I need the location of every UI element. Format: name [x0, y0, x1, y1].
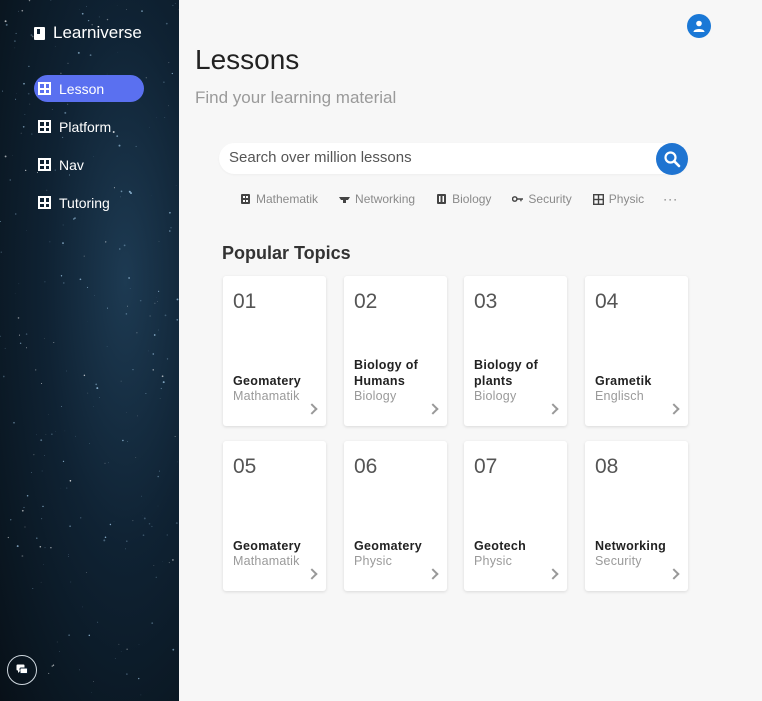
card-number: 06 — [354, 455, 378, 478]
chevron-right-icon — [427, 568, 439, 580]
sidebar: Learniverse Lesson Platform Nav Tutoring — [0, 0, 179, 701]
page-subtitle: Find your learning material — [195, 88, 397, 107]
router-icon — [339, 194, 351, 205]
topic-card[interactable]: 01 Geomatery Mathamatik — [223, 276, 326, 426]
sidebar-item-lesson[interactable]: Lesson — [34, 75, 144, 102]
chip-networking[interactable]: Networking — [339, 192, 415, 206]
card-number: 08 — [595, 455, 619, 478]
card-number: 02 — [354, 290, 378, 313]
topic-card[interactable]: 02 Biology of Humans Biology — [344, 276, 447, 426]
section-title: Popular Topics — [222, 243, 351, 263]
book-icon — [34, 26, 45, 40]
card-number: 05 — [233, 455, 257, 478]
chip-label: Networking — [355, 192, 416, 206]
chevron-right-icon — [668, 568, 680, 580]
topic-card[interactable]: 03 Biology of plants Biology — [464, 276, 567, 426]
chip-label: Biology — [452, 192, 492, 206]
chip-physic[interactable]: Physic — [592, 192, 645, 206]
chip-mathematik[interactable]: Mathematik — [240, 192, 318, 206]
dna-icon — [436, 194, 447, 205]
key-icon — [512, 194, 524, 205]
card-title: Geomatery — [233, 539, 302, 553]
search-icon — [664, 151, 681, 168]
chevron-right-icon — [668, 403, 680, 415]
search-button[interactable] — [656, 143, 688, 175]
topic-card[interactable]: 05 Geomatery Mathamatik — [223, 441, 326, 591]
account-avatar-button[interactable] — [687, 14, 711, 38]
chip-biology[interactable]: Biology — [436, 192, 491, 206]
chevron-right-icon — [547, 568, 559, 580]
card-category: Biology — [474, 389, 517, 403]
card-number: 07 — [474, 455, 498, 478]
grid-icon — [38, 158, 51, 171]
sidebar-item-tutoring[interactable]: Tutoring — [34, 189, 144, 216]
card-category: Mathamatik — [233, 389, 300, 403]
card-category: Mathamatik — [233, 554, 300, 568]
sidebar-item-label: Tutoring — [59, 194, 110, 211]
grid-icon — [592, 193, 604, 205]
category-chips: Mathematik Networking Biology Security P… — [240, 192, 678, 206]
chevron-right-icon — [427, 403, 439, 415]
card-title: Grametik — [595, 374, 652, 388]
topic-card[interactable]: 06 Geomatery Physic — [344, 441, 447, 591]
topic-card[interactable]: 04 Grametik Englisch — [585, 276, 688, 426]
card-category: Englisch — [595, 389, 644, 403]
card-category: Physic — [354, 554, 393, 568]
sidebar-item-nav[interactable]: Nav — [34, 151, 144, 178]
chat-button[interactable] — [7, 655, 37, 685]
topic-card[interactable]: 08 Networking Security — [585, 441, 688, 591]
chevron-right-icon — [547, 403, 559, 415]
card-title: Biology of plants — [474, 358, 539, 388]
card-title: Networking — [595, 539, 667, 553]
chip-security[interactable]: Security — [512, 192, 572, 206]
card-title: Biology of Humans — [354, 358, 419, 388]
search-input[interactable] — [229, 149, 649, 166]
chip-label: Mathematik — [256, 192, 319, 206]
grid-icon — [38, 82, 51, 95]
grid-icon — [38, 120, 51, 133]
chip-label: Security — [528, 192, 572, 206]
sidebar-item-label: Lesson — [59, 80, 105, 97]
card-title: Geomatery — [354, 539, 423, 553]
chevron-right-icon — [306, 568, 318, 580]
card-title: Geomatery — [233, 374, 302, 388]
card-title: Geotech — [474, 539, 527, 553]
search-bar — [219, 143, 688, 175]
grid-icon — [38, 196, 51, 209]
calculator-icon — [240, 194, 251, 205]
brand[interactable]: Learniverse — [34, 23, 142, 43]
card-category: Security — [595, 554, 642, 568]
card-category: Physic — [474, 554, 513, 568]
app-title: Learniverse — [53, 23, 142, 42]
card-number: 04 — [595, 290, 619, 313]
card-category: Biology — [354, 389, 397, 403]
sidebar-item-label: Platform — [59, 118, 112, 135]
card-number: 01 — [233, 290, 257, 313]
more-button[interactable]: ··· — [663, 192, 678, 206]
sidebar-item-platform[interactable]: Platform — [34, 113, 144, 140]
chat-icon — [16, 664, 28, 674]
sidebar-nav: Lesson Platform Nav Tutoring — [34, 75, 144, 227]
page-title: Lessons — [195, 44, 300, 75]
sidebar-item-label: Nav — [59, 156, 84, 173]
user-icon — [693, 20, 705, 32]
topic-card[interactable]: 07 Geotech Physic — [464, 441, 567, 591]
card-number: 03 — [474, 290, 498, 313]
chip-label: Physic — [608, 192, 645, 206]
chevron-right-icon — [306, 403, 318, 415]
